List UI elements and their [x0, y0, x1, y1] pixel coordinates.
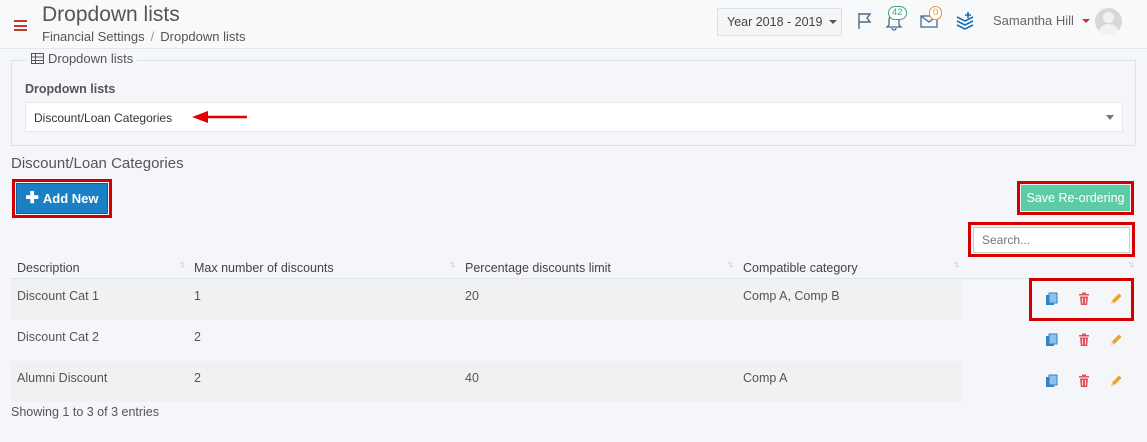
delete-icon[interactable] [1075, 372, 1093, 390]
panel-legend-label: Dropdown lists [48, 51, 134, 66]
search-input[interactable] [973, 227, 1130, 253]
sort-icon[interactable]: ↑↓ [179, 259, 186, 269]
sort-icon[interactable]: ↑↓ [449, 259, 456, 269]
copy-icon[interactable] [1043, 290, 1061, 308]
sort-icon[interactable]: ↑↓ [727, 259, 734, 269]
row-actions [1043, 372, 1125, 390]
delete-icon[interactable] [1075, 290, 1093, 308]
chevron-down-icon [829, 20, 838, 24]
breadcrumb-separator: / [150, 29, 155, 44]
row-background [11, 361, 962, 402]
table-row: Discount Cat 1 1 20 Comp A, Comp B [11, 279, 1136, 320]
copy-icon[interactable] [1043, 372, 1061, 390]
delete-icon[interactable] [1075, 331, 1093, 349]
cell-max: 1 [194, 289, 201, 303]
edit-icon[interactable] [1107, 372, 1125, 390]
save-reordering-button[interactable]: Save Re-ordering [1021, 185, 1130, 211]
breadcrumb-dropdown-lists[interactable]: Dropdown lists [160, 29, 245, 44]
edit-icon[interactable] [1107, 331, 1125, 349]
layers-add-icon[interactable] [955, 11, 975, 31]
cell-compatible: Comp A [743, 371, 788, 385]
cell-description: Discount Cat 1 [17, 289, 99, 303]
row-actions [1043, 331, 1125, 349]
page-title: Dropdown lists [42, 3, 180, 26]
dropdown-lists-label: Dropdown lists [25, 82, 116, 96]
cell-description: Discount Cat 2 [17, 330, 99, 344]
add-new-button[interactable]: ✚ Add New [16, 183, 108, 214]
column-header-max-discounts[interactable]: Max number of discounts [194, 261, 334, 275]
table-icon [31, 53, 44, 64]
row-actions [1043, 290, 1125, 308]
table-row: Discount Cat 2 2 [11, 320, 1136, 361]
cell-compatible: Comp A, Comp B [743, 289, 840, 303]
sort-icon[interactable]: ↑↓ [1128, 259, 1135, 269]
cell-max: 2 [194, 330, 201, 344]
plus-icon: ✚ [25, 189, 39, 207]
table-info: Showing 1 to 3 of 3 entries [11, 405, 160, 419]
dropdown-selected-value: Discount/Loan Categories [34, 111, 173, 125]
add-new-label: Add New [42, 191, 99, 206]
avatar[interactable] [1095, 8, 1122, 35]
sort-icon[interactable]: ↑↓ [953, 259, 960, 269]
table-row: Alumni Discount 2 40 Comp A [11, 361, 1136, 402]
table-header: Description ↑↓ Max number of discounts ↑… [11, 256, 1136, 279]
user-menu-chevron-icon[interactable] [1082, 19, 1090, 23]
panel-legend: Dropdown lists [27, 51, 138, 66]
breadcrumb-financial-settings[interactable]: Financial Settings [42, 29, 145, 44]
year-select-value: Year 2018 - 2019 [727, 15, 823, 29]
flag-icon[interactable] [855, 11, 875, 31]
hamburger-menu-icon[interactable] [14, 20, 27, 31]
year-select[interactable]: Year 2018 - 2019 [717, 8, 842, 36]
edit-icon[interactable] [1107, 290, 1125, 308]
user-name[interactable]: Samantha Hill [993, 13, 1074, 28]
cell-limit: 20 [465, 289, 479, 303]
breadcrumb: Financial Settings / Dropdown lists [42, 29, 246, 44]
column-header-description[interactable]: Description [17, 261, 80, 275]
copy-icon[interactable] [1043, 331, 1061, 349]
cell-max: 2 [194, 371, 201, 385]
section-title: Discount/Loan Categories [11, 155, 184, 172]
column-header-compatible-category[interactable]: Compatible category [743, 261, 858, 275]
dropdown-lists-select[interactable]: Discount/Loan Categories [25, 102, 1123, 132]
chevron-down-icon [1106, 115, 1114, 120]
annotation-arrow-icon [192, 111, 247, 123]
column-header-percentage-limit[interactable]: Percentage discounts limit [465, 261, 611, 275]
cell-limit: 40 [465, 371, 479, 385]
cell-description: Alumni Discount [17, 371, 108, 385]
notifications-badge: 42 [888, 6, 907, 20]
